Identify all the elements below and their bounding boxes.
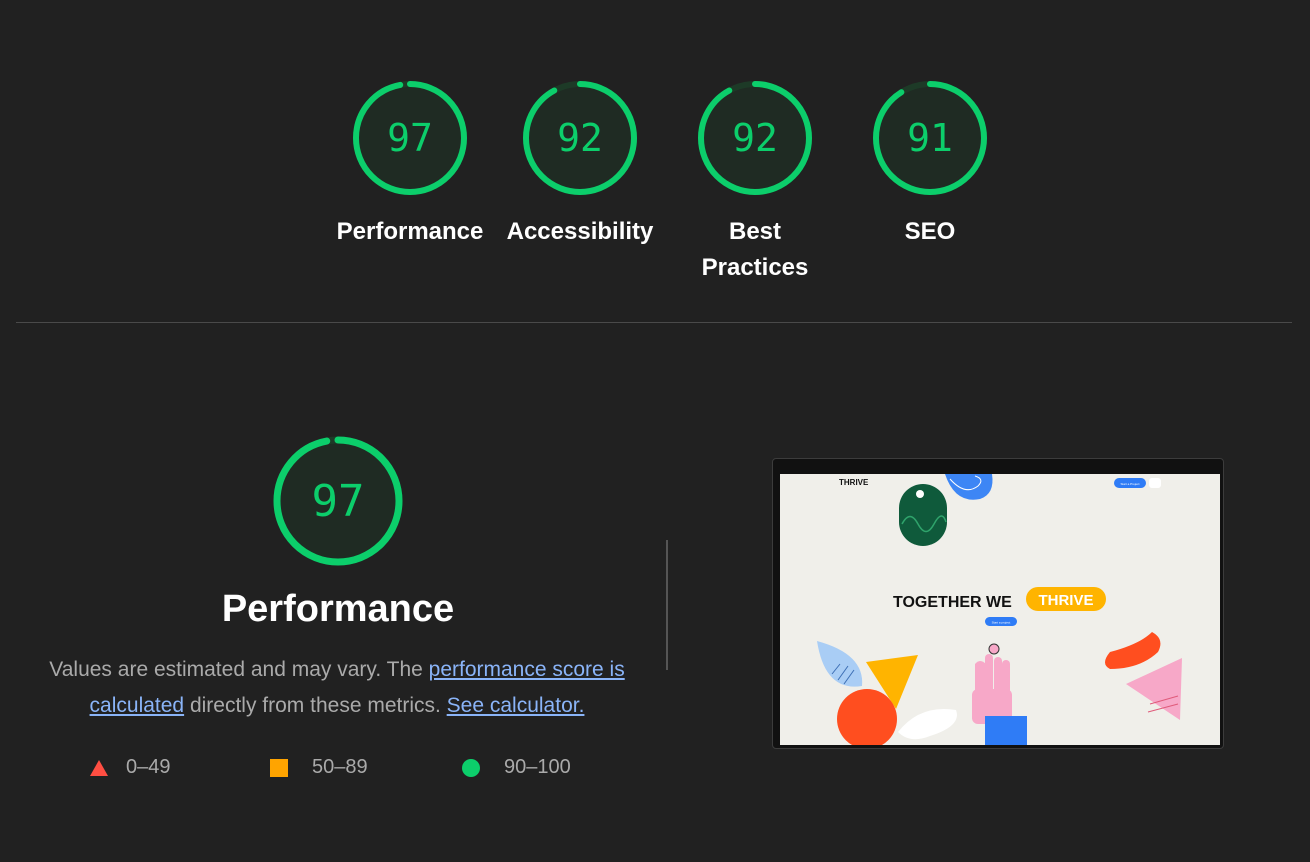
screenshot-brand: THRIVE <box>839 478 869 487</box>
legend-average-range: 50–89 <box>312 756 368 778</box>
screenshot-cta-main: Start a project <box>992 621 1011 625</box>
gauge-best-practices-score: 92 <box>732 116 778 160</box>
performance-desc-text-1: Values are estimated and may vary. The <box>49 658 429 681</box>
gauge-accessibility-ring: 92 <box>523 81 637 195</box>
legend-pass-range: 90–100 <box>504 756 571 778</box>
vertical-divider <box>666 540 668 670</box>
gauge-best-practices[interactable]: 92 Best Practices <box>675 78 835 286</box>
triangle-icon <box>90 759 108 776</box>
performance-detail-gauge: 97 <box>270 434 406 568</box>
screenshot-cta-top: Start a Project <box>1120 482 1139 486</box>
section-divider <box>16 322 1292 323</box>
gauge-best-practices-label-line1: Best <box>728 218 782 245</box>
see-calculator-link[interactable]: See calculator. <box>447 694 585 717</box>
final-screenshot[interactable]: THRIVE Start a Project TOGETHER WE THRIV… <box>772 458 1224 749</box>
gauge-performance-label: Performance <box>336 218 484 245</box>
screenshot-page: THRIVE Start a Project TOGETHER WE THRIV… <box>780 474 1220 745</box>
gauge-best-practices-ring: 92 <box>698 81 812 195</box>
legend-fail-range: 0–49 <box>126 756 171 778</box>
gauge-seo[interactable]: 91 SEO <box>850 78 1010 250</box>
gauge-accessibility-label: Accessibility <box>506 218 654 245</box>
performance-desc-text-2: directly from these metrics. <box>184 694 447 717</box>
screenshot-headline-1: TOGETHER WE <box>893 594 1012 611</box>
gauge-performance-ring: 97 <box>353 81 467 195</box>
score-legend: 0–49 50–89 90–100 <box>90 756 602 779</box>
gauge-best-practices-label-line2: Practices <box>701 254 809 281</box>
screenshot-headline-2: THRIVE <box>1038 592 1093 609</box>
gauge-performance[interactable]: 97 Performance <box>330 78 490 250</box>
gauge-seo-score: 91 <box>907 116 953 160</box>
square-icon <box>270 758 288 777</box>
gauge-accessibility-score: 92 <box>557 116 603 160</box>
gauge-performance-score: 97 <box>387 116 433 160</box>
screenshot-illustration: THRIVE Start a Project TOGETHER WE THRIV… <box>817 474 1182 745</box>
performance-description: Values are estimated and may vary. The p… <box>40 652 634 724</box>
circle-icon <box>462 758 480 777</box>
gauge-seo-label: SEO <box>904 218 956 245</box>
legend-fail: 0–49 <box>90 756 270 779</box>
gauge-accessibility[interactable]: 92 Accessibility <box>500 78 660 250</box>
legend-average: 50–89 <box>270 756 462 779</box>
gauge-best-practices-label: Best Practices <box>675 214 835 286</box>
gauge-seo-ring: 91 <box>873 81 987 195</box>
performance-detail-ring: 97 <box>273 436 403 566</box>
performance-detail-score: 97 <box>312 476 365 527</box>
performance-title: Performance <box>221 588 455 630</box>
legend-pass: 90–100 <box>462 756 602 779</box>
